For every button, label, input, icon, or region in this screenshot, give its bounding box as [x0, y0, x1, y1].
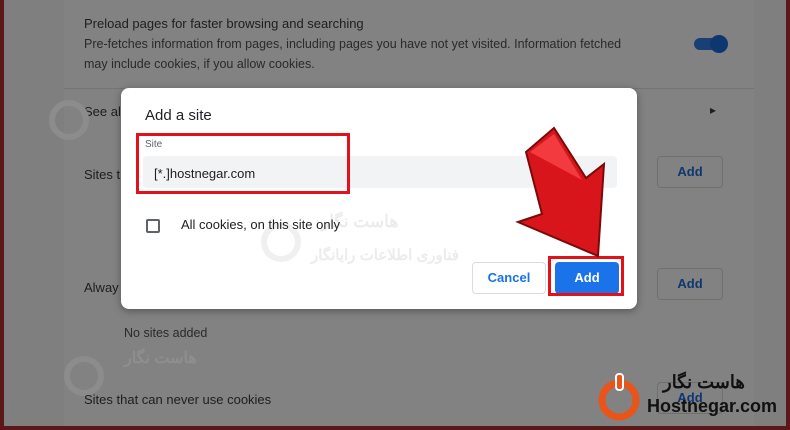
- preload-description-line2: may include cookies, if you allow cookie…: [84, 57, 315, 71]
- brand-name-en: Hostnegar.com: [647, 396, 778, 416]
- add-button-highlight-box: [548, 256, 624, 296]
- all-cookies-checkbox-label[interactable]: All cookies, on this site only: [181, 217, 340, 232]
- no-sites-added-text: No sites added: [124, 326, 208, 340]
- chevron-right-icon[interactable]: ▸: [710, 103, 716, 117]
- cancel-button[interactable]: Cancel: [472, 262, 546, 294]
- site-highlight-box: [136, 133, 350, 194]
- preload-title: Preload pages for faster browsing and se…: [84, 16, 364, 31]
- blocked-sites-heading: Sites that can never use cookies: [84, 392, 272, 407]
- watermark-text: هاست نگار: [124, 350, 197, 367]
- always-clear-heading: Alway: [84, 280, 119, 295]
- preload-description-line1: Pre-fetches information from pages, incl…: [84, 37, 622, 51]
- watermark-logo-icon: [49, 100, 89, 140]
- add-allowed-site-button[interactable]: Add: [657, 156, 723, 188]
- watermark-logo-icon: [64, 356, 104, 396]
- hostnegar-brand: هاست نگار Hostnegar.com: [597, 370, 787, 424]
- pointer-arrow-icon: [515, 126, 606, 258]
- dialog-watermark-tagline: فناوری اطلاعات رایانگار: [311, 247, 459, 264]
- all-cookies-checkbox[interactable]: [146, 219, 160, 233]
- dialog-title: Add a site: [145, 107, 212, 124]
- see-all-cookies-link[interactable]: See all: [84, 104, 124, 119]
- hostnegar-logo-icon: [598, 373, 640, 421]
- brand-name-fa: هاست نگار: [663, 372, 745, 392]
- preload-toggle-knob[interactable]: [710, 35, 728, 53]
- add-always-clear-site-button[interactable]: Add: [657, 268, 723, 300]
